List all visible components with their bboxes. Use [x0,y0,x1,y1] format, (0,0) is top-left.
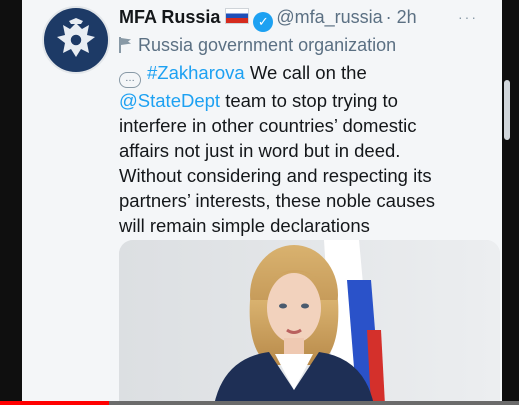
russia-flag-icon [225,8,250,24]
mention-link[interactable]: @StateDept [119,90,220,111]
coat-of-arms-icon [57,18,95,57]
video-progress-bar[interactable] [0,401,519,405]
tweet-time[interactable]: · 2h [386,7,417,27]
tweet-line: affairs not just in word but in deed. [119,140,401,161]
hashtag-link[interactable]: #Zakharova [147,62,245,83]
government-label: Russia government organization [119,33,396,57]
tweet-line: … #Zakharova We call on the [119,60,514,88]
tweet-line-text: team to stop trying to [220,90,398,111]
tweet-photo[interactable] [119,240,500,405]
tweet-header: MFA Russia ✓ @mfa_russia · 2h ··· [119,4,488,32]
display-name[interactable]: MFA Russia [119,7,220,27]
tweet-line: partners’ interests, these noble causes [119,190,436,211]
tweet-line: will remain simple declarations [119,215,370,236]
tweet-text: … #Zakharova We call on the @StateDept te… [119,60,514,238]
verified-icon: ✓ [253,12,274,32]
tweet-line-text: We call on the [244,62,367,83]
tweet-line: interfere in other countries’ domestic [119,115,417,136]
video-progress-fill [0,401,109,405]
tweet-line: Without considering and respecting its [119,165,432,186]
avatar[interactable] [42,6,110,74]
tweet-card[interactable]: MFA Russia ✓ @mfa_russia · 2h ··· Russia go… [22,0,510,405]
more-options-icon[interactable]: ··· [458,4,478,30]
flag-icon [119,37,132,53]
government-label-text: Russia government organization [138,35,397,55]
portrait-photo [119,240,500,405]
video-frame: MFA Russia ✓ @mfa_russia · 2h ··· Russia go… [0,0,519,405]
tweet-line: @StateDept team to stop trying to [119,88,514,113]
scrollbar[interactable] [504,80,510,140]
user-handle[interactable]: @mfa_russia [276,7,382,27]
speech-bubble-icon: … [119,72,141,88]
